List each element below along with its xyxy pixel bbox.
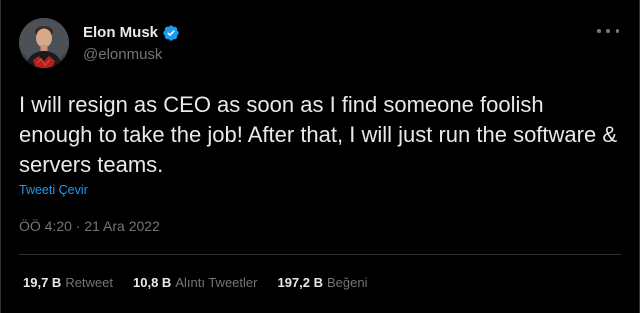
quote-tweet-count[interactable]: 10,8 B Alıntı Tweetler [133,275,257,290]
dot-icon [615,29,619,33]
tweet-timestamp[interactable]: ÖÖ 4:20 · 21 Ara 2022 [19,218,160,234]
author-handle[interactable]: @elonmusk [83,46,180,63]
stat-label: Alıntı Tweetler [175,275,258,290]
translate-tweet-link[interactable]: Tweeti Çevir [19,183,88,197]
dot-icon [606,29,610,33]
like-count[interactable]: 197,2 B Beğeni [277,275,367,290]
verified-badge-icon[interactable] [162,24,180,42]
stat-number: 10,8 B [133,275,172,290]
stat-label: Retweet [65,275,114,290]
display-name-row: Elon Musk [83,24,180,42]
divider [19,254,621,255]
stat-label: Beğeni [327,275,368,290]
stat-number: 197,2 B [277,275,324,290]
more-options-icon[interactable] [597,24,619,38]
author-names: Elon Musk @elonmusk [83,24,180,63]
avatar-image [19,18,69,68]
retweet-count[interactable]: 19,7 B Retweet [23,275,113,290]
display-name[interactable]: Elon Musk [83,24,158,41]
avatar[interactable] [19,18,69,68]
tweet-stats: 19,7 B Retweet 10,8 B Alıntı Tweetler 19… [23,275,388,290]
dot-icon [597,29,601,33]
tweet-text: I will resign as CEO as soon as I find s… [19,92,618,177]
tweet-header: Elon Musk @elonmusk [19,18,180,68]
stat-number: 19,7 B [23,275,62,290]
tweet-card: Elon Musk @elonmusk I will resign as CEO… [0,0,640,313]
